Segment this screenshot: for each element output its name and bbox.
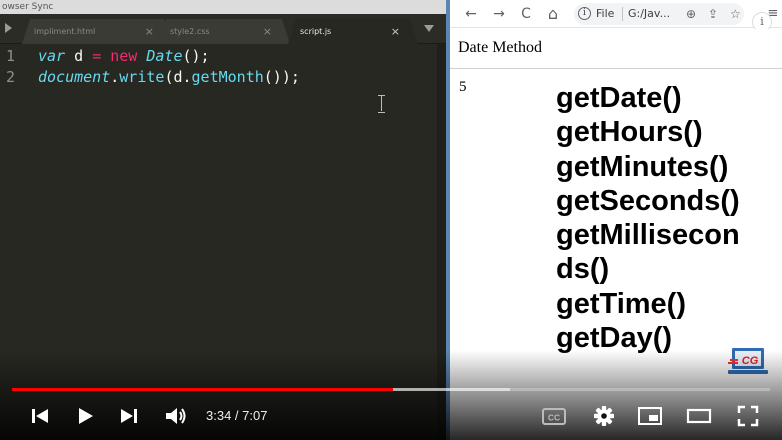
method-item: getHours() xyxy=(556,116,703,149)
tab-list-dropdown-icon[interactable] xyxy=(424,25,434,32)
code-line[interactable]: 2 document.write(d.getMonth()); xyxy=(0,67,430,88)
line-number: 1 xyxy=(6,47,16,65)
tab-label: impliment.html xyxy=(34,27,96,36)
code-token: write xyxy=(119,68,165,86)
line-number: 2 xyxy=(6,68,16,86)
method-item: getSeconds() xyxy=(556,184,740,217)
code-token: getMonth xyxy=(191,68,264,86)
settings-gear-icon[interactable] xyxy=(591,403,617,429)
url-scheme-label: File xyxy=(596,7,615,20)
close-icon[interactable]: × xyxy=(145,19,154,44)
page-heading: Date Method xyxy=(458,39,542,56)
captions-label: CC xyxy=(548,413,560,423)
miniplayer-icon[interactable] xyxy=(637,403,663,429)
fullscreen-icon[interactable] xyxy=(735,403,761,429)
progress-played xyxy=(12,388,393,391)
code-token: = xyxy=(92,47,102,65)
reload-icon[interactable]: C xyxy=(517,5,535,23)
editor-tab-bar: impliment.html × style2.css × script.js … xyxy=(0,14,446,44)
url-text[interactable]: G:/Jav... xyxy=(628,3,670,25)
site-info-icon[interactable]: i xyxy=(578,7,591,20)
volume-icon[interactable] xyxy=(163,403,189,429)
address-bar[interactable]: i File G:/Jav... ⊕ ⇪ ☆ xyxy=(574,3,744,25)
method-item: getMillisecon xyxy=(556,219,740,252)
tab-script-js[interactable]: script.js × xyxy=(288,19,418,44)
code-text[interactable]: document.write(d.getMonth()); xyxy=(38,67,300,88)
code-token: ()); xyxy=(263,68,300,86)
zoom-icon[interactable]: ⊕ xyxy=(686,3,696,25)
month-output: 5 xyxy=(459,79,467,95)
text-cursor-icon xyxy=(378,95,386,113)
code-token: document xyxy=(38,68,111,86)
captions-icon[interactable]: CC xyxy=(541,403,567,429)
current-time: 3:34 xyxy=(206,408,232,423)
close-icon[interactable]: × xyxy=(263,19,272,44)
bookmark-star-icon[interactable]: ☆ xyxy=(730,3,741,25)
method-item: getDate() xyxy=(556,82,682,114)
close-icon[interactable]: × xyxy=(391,19,400,44)
method-item: ds() xyxy=(556,253,610,286)
code-token: d xyxy=(65,47,93,65)
address-separator xyxy=(622,7,623,21)
date-methods-list: getDate() getHours() getMinutes() getSec… xyxy=(556,81,776,355)
tab-style2-css[interactable]: style2.css × xyxy=(158,19,290,44)
code-token: Date xyxy=(146,47,183,65)
forward-arrow-icon[interactable]: → xyxy=(490,5,508,23)
duration: 7:07 xyxy=(242,408,268,423)
progress-bar[interactable] xyxy=(12,388,770,391)
code-token: (); xyxy=(182,47,210,65)
page-divider xyxy=(450,68,782,69)
code-text[interactable]: var d = new Date(); xyxy=(38,46,210,67)
code-token: (d. xyxy=(164,68,192,86)
code-token: . xyxy=(110,68,120,86)
back-arrow-icon[interactable]: ← xyxy=(462,5,480,23)
method-item: getMinutes() xyxy=(556,150,729,183)
code-token: var xyxy=(38,47,66,65)
theater-mode-icon[interactable] xyxy=(686,403,712,429)
tab-scroll-left-icon[interactable] xyxy=(5,23,12,33)
time-display: 3:34 / 7:07 xyxy=(206,407,267,425)
code-line[interactable]: 1 var d = new Date(); xyxy=(0,46,430,67)
home-icon[interactable]: ⌂ xyxy=(544,5,562,23)
method-item: getTime() xyxy=(556,287,686,320)
time-separator: / xyxy=(231,408,243,423)
tab-impliment-html[interactable]: impliment.html × xyxy=(22,19,172,44)
share-icon[interactable]: ⇪ xyxy=(708,3,718,25)
next-icon[interactable] xyxy=(118,403,140,429)
previous-icon[interactable] xyxy=(29,403,51,429)
browser-toolbar: ← → C ⌂ i File G:/Jav... ⊕ ⇪ ☆ ≡ xyxy=(450,0,782,28)
tab-label: script.js xyxy=(300,27,332,36)
window-title: owser Sync xyxy=(0,0,446,14)
play-icon[interactable] xyxy=(74,403,96,429)
code-token: new xyxy=(110,47,138,65)
tab-label: style2.css xyxy=(170,27,210,36)
